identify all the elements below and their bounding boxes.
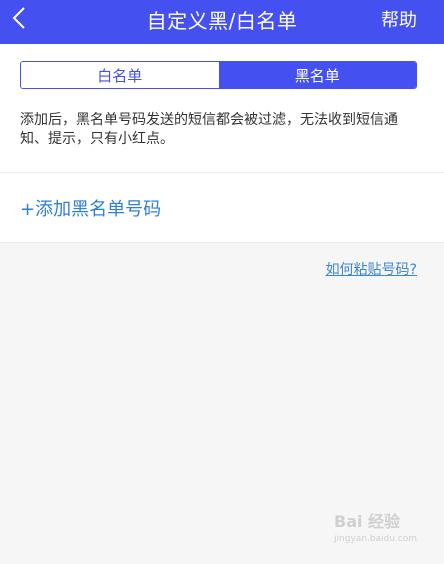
tab-blacklist[interactable]: 黑名单 xyxy=(218,62,416,88)
watermark-url: jingyan.baidu.com xyxy=(334,534,418,544)
watermark: Bai 经验 jingyan.baidu.com xyxy=(334,508,428,548)
add-blacklist-number-label: +添加黑名单号码 xyxy=(20,199,162,220)
list-type-tabs: 白名单 黑名单 xyxy=(20,61,417,89)
tab-whitelist[interactable]: 白名单 xyxy=(21,62,219,88)
add-blacklist-number-button[interactable]: +添加黑名单号码 xyxy=(0,173,444,243)
watermark-brand: Bai 经验 xyxy=(334,512,401,531)
paste-number-help-link[interactable]: 如何粘贴号码? xyxy=(326,259,417,279)
top-bar: 自定义黑/白名单 帮助 xyxy=(0,0,444,44)
blacklist-description: 添加后，黑名单号码发送的短信都会被过滤，无法收到短信通知、提示，只有小红点。 xyxy=(20,112,398,147)
page-title: 自定义黑/白名单 xyxy=(146,9,298,33)
help-button[interactable]: 帮助 xyxy=(381,6,417,32)
